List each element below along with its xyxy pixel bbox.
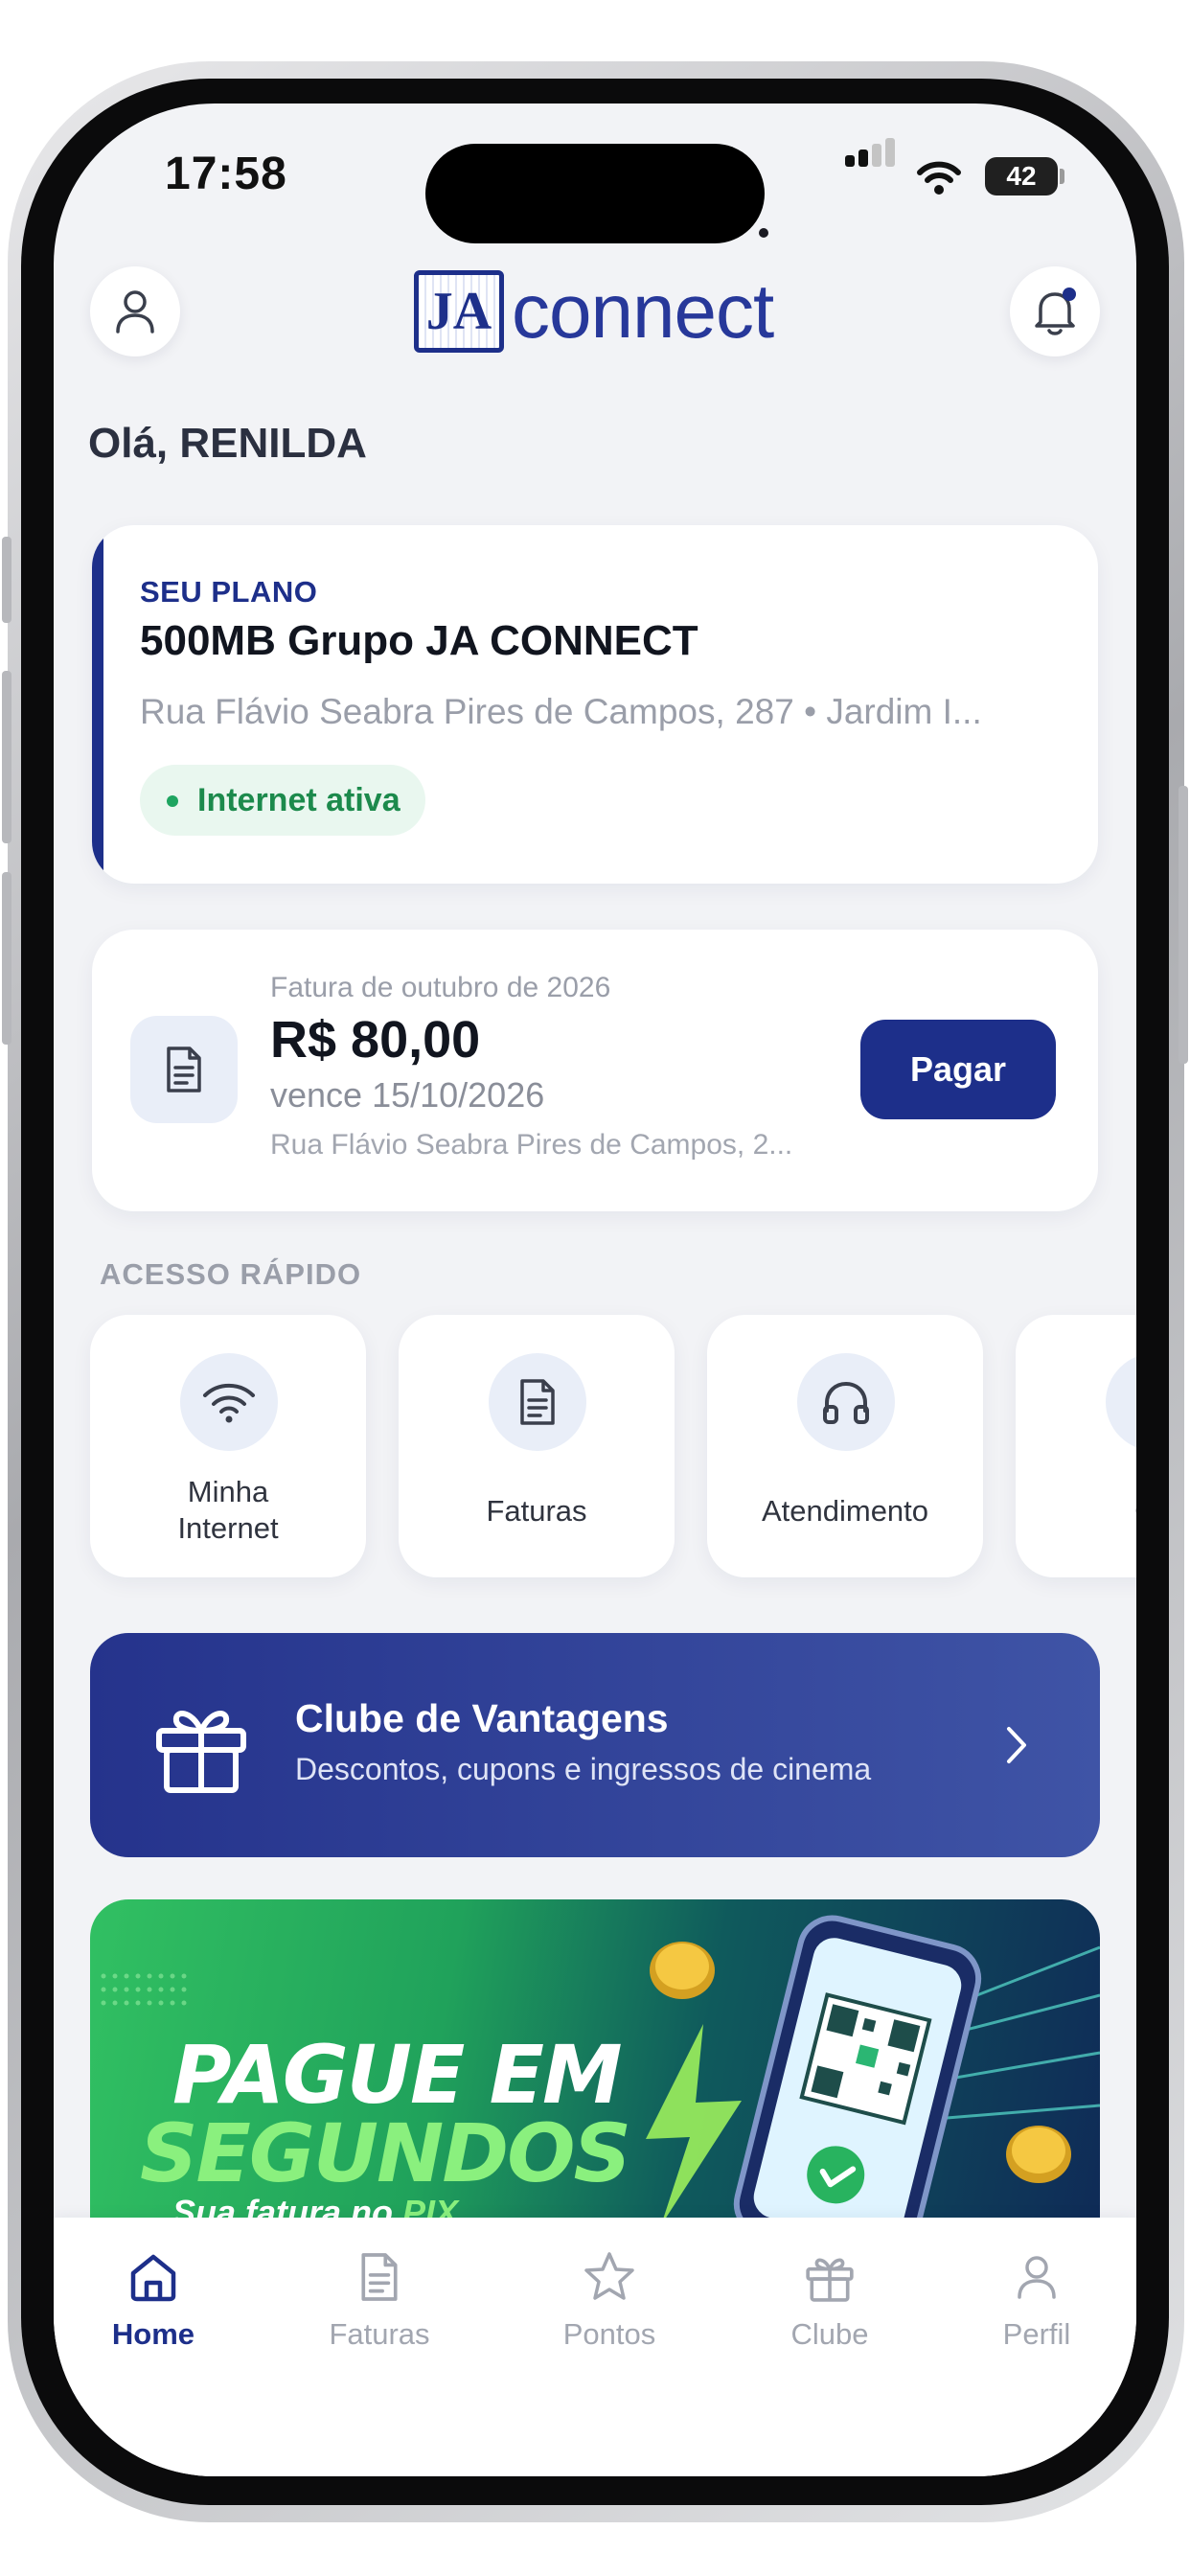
quick-label: Faturas	[486, 1494, 587, 1528]
tab-home[interactable]: Home	[67, 2246, 240, 2352]
status-badge-label: Internet ativa	[197, 782, 400, 818]
plan-address: Rua Flávio Seabra Pires de Campos, 287 •…	[140, 692, 982, 731]
wifi-status-icon	[917, 161, 961, 195]
home-icon-wrap	[67, 2246, 240, 2308]
pix-promo-banner[interactable]: PAGUE EM SEGUNDOS Sua fatura no PIX,	[90, 1899, 1100, 2225]
invoice-amount: R$ 80,00	[270, 1011, 481, 1069]
profile-button[interactable]	[90, 266, 180, 356]
invoice-due-date: vence 15/10/2026	[270, 1075, 545, 1115]
invoice-address: Rua Flávio Seabra Pires de Campos, 2...	[270, 1129, 793, 1161]
quick-icon-wrap	[797, 1353, 895, 1451]
brand-text: connect	[512, 268, 774, 354]
star-icon-wrap	[523, 2246, 696, 2308]
bell-icon	[1035, 288, 1076, 335]
club-banner[interactable]: Clube de Vantagens Descontos, cupons e i…	[90, 1633, 1100, 1857]
plan-card[interactable]: SEU PLANO 500MB Grupo JA CONNECT Rua Flá…	[92, 525, 1098, 884]
promo-headline-2: SEGUNDOS	[140, 2106, 631, 2200]
app-screen: 17:58 42 JA connect Olá, RENILDA SEU PLA…	[54, 104, 1136, 2476]
club-subtitle: Descontos, cupons e ingressos de cinema	[295, 1752, 872, 1786]
status-time: 17:58	[165, 149, 287, 199]
document-icon	[361, 2253, 398, 2301]
brand-mark: JA	[414, 270, 504, 353]
home-icon	[130, 2254, 176, 2302]
quick-icon-wrap	[180, 1353, 278, 1451]
tab-label: Perfil	[1002, 2317, 1071, 2351]
quick-icon-wrap	[489, 1353, 586, 1451]
pay-button[interactable]: Pagar	[860, 1020, 1056, 1119]
star-icon	[584, 2252, 634, 2300]
headphones-icon	[823, 1381, 869, 1424]
phone-volume-down	[2, 872, 11, 1045]
user-icon	[116, 290, 154, 334]
battery-cap	[1060, 169, 1064, 184]
document-icon-wrap	[293, 2246, 466, 2308]
plan-accent-bar	[92, 525, 103, 884]
phone-power-button	[1179, 786, 1188, 1064]
document-icon	[167, 1046, 201, 1092]
phone-volume-up	[2, 671, 11, 843]
invoice-icon-wrap	[130, 1016, 238, 1123]
quick-access-faturas[interactable]: Faturas	[399, 1315, 675, 1577]
user-icon-wrap	[950, 2246, 1123, 2308]
dynamic-island	[425, 144, 768, 243]
brand-logo: JA connect	[414, 268, 774, 354]
quick-access-partial-item[interactable]: Co	[1016, 1315, 1136, 1577]
quick-label-line-1: Minha	[187, 1475, 269, 1508]
tab-label: Home	[111, 2317, 195, 2351]
plan-kicker: SEU PLANO	[140, 575, 318, 609]
gift-icon	[156, 1711, 246, 1793]
invoice-card[interactable]: Fatura de outubro de 2026 R$ 80,00 vence…	[92, 930, 1098, 1211]
tab-label: Clube	[790, 2317, 869, 2351]
tab-faturas[interactable]: Faturas	[293, 2246, 466, 2352]
user-icon	[1018, 2256, 1056, 2299]
club-title: Clube de Vantagens	[295, 1696, 669, 1740]
quick-access-minha-internet[interactable]: Minha Internet	[90, 1315, 366, 1577]
quick-icon-wrap	[1106, 1353, 1136, 1451]
greeting: Olá, RENILDA	[88, 420, 367, 467]
quick-access-atendimento[interactable]: Atendimento	[707, 1315, 983, 1577]
quick-label: Co	[1016, 1493, 1136, 1530]
tab-label: Faturas	[329, 2317, 430, 2351]
quick-label: Atendimento	[761, 1494, 929, 1528]
tab-pontos[interactable]: Pontos	[523, 2246, 696, 2352]
wifi-icon	[203, 1383, 255, 1423]
status-badge: Internet ativa	[140, 765, 425, 836]
battery-indicator: 42	[985, 157, 1058, 196]
phone-action-button	[2, 537, 11, 623]
gift-icon	[806, 2258, 854, 2302]
status-dot-icon	[167, 795, 178, 807]
notifications-button[interactable]	[1010, 266, 1100, 356]
invoice-label: Fatura de outubro de 2026	[270, 972, 611, 1003]
plan-name: 500MB Grupo JA CONNECT	[140, 617, 698, 664]
quick-access-title: ACESSO RÁPIDO	[100, 1257, 362, 1291]
gift-icon-wrap	[744, 2246, 916, 2308]
tab-label: Pontos	[562, 2317, 656, 2351]
plus-icon	[1135, 1383, 1136, 1421]
tab-perfil[interactable]: Perfil	[950, 2246, 1123, 2352]
quick-label-line-2: Internet	[177, 1511, 279, 1545]
document-icon	[520, 1379, 555, 1425]
bottom-tab-bar: Home Faturas Pontos Clube Perfil	[54, 2218, 1136, 2476]
tab-clube[interactable]: Clube	[744, 2246, 916, 2352]
chevron-right-icon	[1007, 1727, 1026, 1763]
camera-dot	[759, 228, 768, 238]
